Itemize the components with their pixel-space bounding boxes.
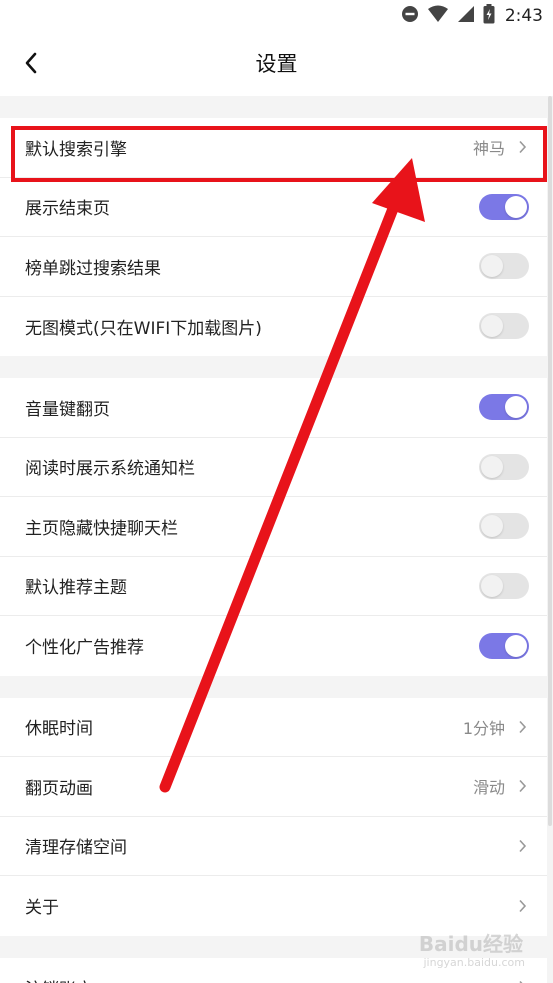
- setting-label: 榜单跳过搜索结果: [25, 258, 161, 279]
- toggle-knob: [481, 515, 503, 538]
- setting-default-theme[interactable]: 默认推荐主题: [0, 557, 547, 616]
- setting-value: 滑动: [472, 778, 505, 798]
- chevron-right-icon: [515, 979, 529, 983]
- toggle-switch[interactable]: [479, 572, 529, 599]
- setting-skip-search-results[interactable]: 榜单跳过搜索结果: [0, 237, 547, 297]
- setting-no-image-mode[interactable]: 无图模式(只在WIFI下加载图片): [0, 297, 547, 357]
- setting-clear-storage[interactable]: 清理存储空间: [0, 817, 547, 876]
- toggle-knob: [481, 574, 503, 597]
- toggle-knob: [481, 255, 503, 278]
- page-title: 设置: [255, 52, 298, 76]
- setting-sleep-time[interactable]: 休眠时间 1分钟: [0, 698, 547, 757]
- setting-hide-chat-bar[interactable]: 主页隐藏快捷聊天栏: [0, 497, 547, 557]
- toggle-knob: [505, 634, 527, 657]
- toggle-knob: [505, 396, 527, 419]
- setting-label: 阅读时展示系统通知栏: [25, 459, 195, 480]
- status-time: 2:43: [504, 6, 543, 26]
- toggle-switch[interactable]: [479, 313, 529, 340]
- setting-label: 个性化广告推荐: [25, 638, 144, 659]
- toggle-knob: [481, 315, 503, 338]
- chevron-right-icon: [515, 719, 529, 735]
- setting-value: 神马: [472, 139, 505, 159]
- setting-label: 休眠时间: [25, 719, 93, 740]
- setting-label: 清理存储空间: [25, 838, 127, 859]
- app-bar: 设置: [0, 32, 553, 96]
- chevron-right-icon: [515, 778, 529, 794]
- setting-label: 主页隐藏快捷聊天栏: [25, 518, 178, 539]
- setting-label: 展示结束页: [25, 199, 110, 220]
- settings-group-reading: 音量键翻页 阅读时展示系统通知栏 主页隐藏快捷聊天栏 默认推荐主题 个性化广告推…: [0, 378, 547, 676]
- setting-show-end-page[interactable]: 展示结束页: [0, 178, 547, 237]
- signal-icon: [457, 5, 475, 27]
- setting-personalized-ads[interactable]: 个性化广告推荐: [0, 616, 547, 676]
- toggle-switch[interactable]: [479, 632, 529, 659]
- toggle-switch[interactable]: [479, 513, 529, 540]
- toggle-switch[interactable]: [479, 253, 529, 280]
- chevron-right-icon: [515, 898, 529, 914]
- toggle-switch[interactable]: [479, 394, 529, 421]
- watermark-brand: Baidu经验: [418, 932, 523, 956]
- settings-group-search: 默认搜索引擎 神马 展示结束页 榜单跳过搜索结果 无图模式(只在WIFI下加载图…: [0, 118, 547, 356]
- toggle-switch[interactable]: [479, 453, 529, 480]
- status-bar: 2:43: [0, 0, 553, 32]
- setting-label: 注销账户: [25, 975, 515, 983]
- dnd-icon: [401, 5, 419, 27]
- setting-label: 音量键翻页: [25, 399, 110, 420]
- status-icons: 2:43: [401, 4, 543, 28]
- toggle-knob: [481, 455, 503, 478]
- settings-list[interactable]: 默认搜索引擎 神马 展示结束页 榜单跳过搜索结果 无图模式(只在WIFI下加载图…: [0, 96, 547, 983]
- setting-about[interactable]: 关于: [0, 876, 547, 936]
- setting-label: 关于: [25, 898, 59, 919]
- toggle-knob: [505, 195, 527, 218]
- setting-label: 无图模式(只在WIFI下加载图片): [25, 318, 262, 339]
- setting-label: 默认搜索引擎: [25, 139, 127, 160]
- setting-label: 默认推荐主题: [25, 578, 127, 599]
- setting-label: 翻页动画: [25, 778, 93, 799]
- setting-value: 1分钟: [462, 718, 505, 738]
- wifi-icon: [427, 5, 449, 27]
- battery-icon: [483, 4, 495, 28]
- chevron-right-icon: [515, 838, 529, 854]
- toggle-switch[interactable]: [479, 193, 529, 220]
- setting-volume-key-page[interactable]: 音量键翻页: [0, 378, 547, 438]
- setting-default-search-engine[interactable]: 默认搜索引擎 神马: [0, 118, 547, 178]
- settings-group-general: 休眠时间 1分钟 翻页动画 滑动 清理存储空间 关于: [0, 697, 547, 936]
- scrollbar-thumb[interactable]: [548, 96, 552, 826]
- setting-show-notification-bar[interactable]: 阅读时展示系统通知栏: [0, 438, 547, 497]
- watermark-url: jingyan.baidu.com: [423, 956, 525, 969]
- setting-page-animation[interactable]: 翻页动画 滑动: [0, 757, 547, 817]
- chevron-right-icon: [515, 139, 529, 155]
